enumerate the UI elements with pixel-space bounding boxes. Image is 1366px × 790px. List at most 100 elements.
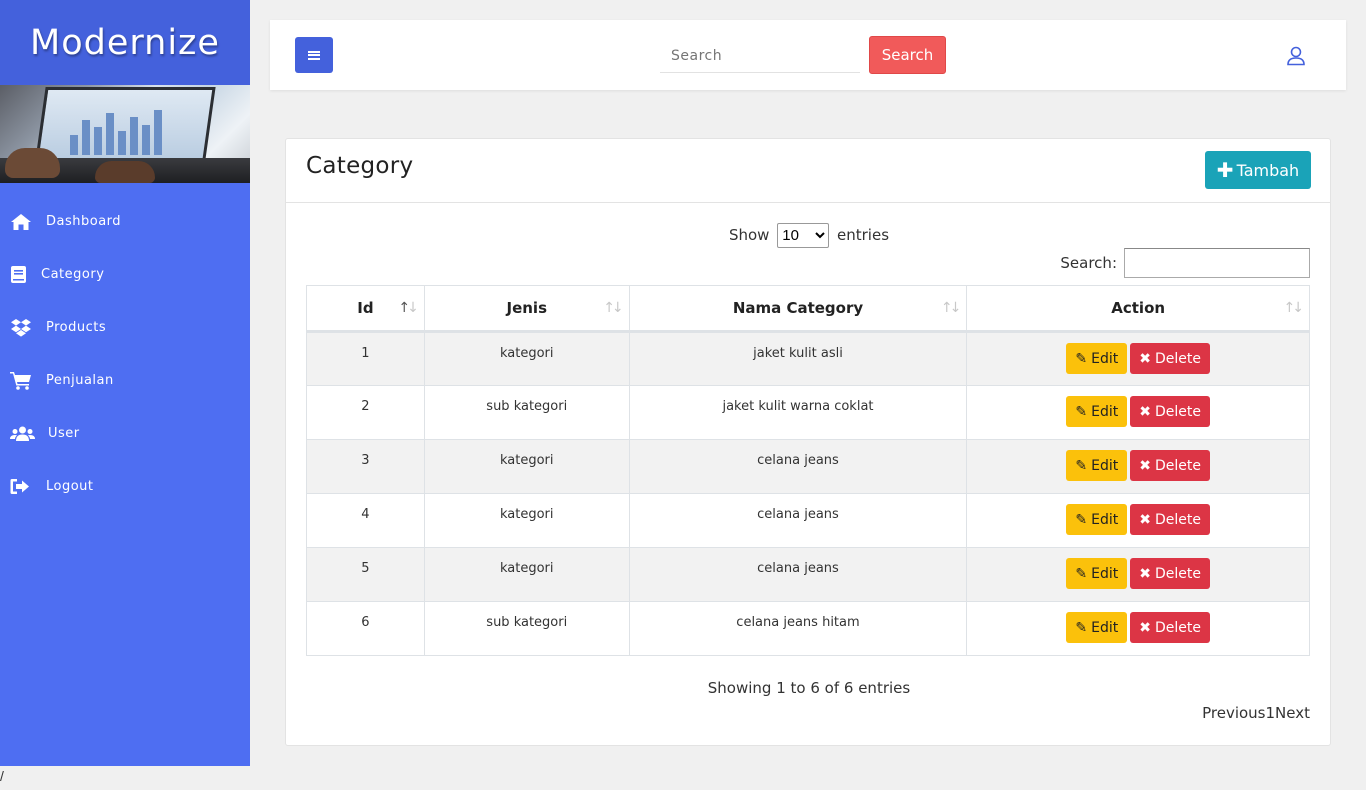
cell-nama: celana jeans <box>628 439 968 494</box>
delete-button[interactable]: ✖ Delete <box>1130 612 1210 643</box>
pagination: Previous 1 Next <box>1202 704 1310 722</box>
close-icon: ✖ <box>1139 403 1151 420</box>
edit-button[interactable]: ✎ Edit <box>1066 558 1128 589</box>
sidebar-item-label: Logout <box>46 479 94 494</box>
cell-id: 3 <box>306 439 425 494</box>
edit-label: Edit <box>1091 350 1119 367</box>
sign-out-icon <box>10 477 34 497</box>
cell-nama: jaket kulit warna coklat <box>628 385 968 440</box>
column-header-jenis[interactable]: Jenis ↑↓ <box>423 285 630 333</box>
edit-icon: ✎ <box>1075 619 1088 636</box>
sidebar-item-label: Products <box>46 320 107 335</box>
column-label: Nama Category <box>732 299 864 317</box>
cell-action: ✎ Edit ✖ Delete <box>966 439 1310 494</box>
sidebar-item-user[interactable]: User <box>0 407 250 460</box>
delete-label: Delete <box>1154 457 1201 474</box>
edit-icon: ✎ <box>1075 511 1088 528</box>
sort-icon: ↑↓ <box>603 300 624 316</box>
cell-nama: celana jeans <box>628 547 968 602</box>
page-length-control: Show 10 entries <box>286 223 1332 248</box>
sidebar-item-logout[interactable]: Logout <box>0 460 250 513</box>
brand-header: Modernize <box>0 0 250 85</box>
delete-button[interactable]: ✖ Delete <box>1130 450 1210 481</box>
edit-label: Edit <box>1091 565 1119 582</box>
delete-label: Delete <box>1154 565 1201 582</box>
close-icon: ✖ <box>1139 350 1151 367</box>
sidebar-banner-image <box>0 85 250 183</box>
dropbox-icon <box>10 318 34 338</box>
cell-action: ✎ Edit ✖ Delete <box>966 493 1310 548</box>
edit-label: Edit <box>1091 457 1119 474</box>
delete-label: Delete <box>1154 511 1201 528</box>
table-row: 2 sub kategori jaket kulit warna coklat … <box>306 385 1310 440</box>
delete-button[interactable]: ✖ Delete <box>1130 396 1210 427</box>
cell-action: ✎ Edit ✖ Delete <box>966 601 1310 656</box>
add-category-button[interactable]: ✚ Tambah <box>1205 151 1311 189</box>
table-row: 5 kategori celana jeans ✎ Edit ✖ Delete <box>306 547 1310 602</box>
edit-icon: ✎ <box>1075 350 1088 367</box>
plus-icon: ✚ <box>1216 158 1234 182</box>
search-button[interactable]: Search <box>869 36 946 74</box>
pagination-next[interactable]: Next <box>1275 704 1310 722</box>
cell-action: ✎ Edit ✖ Delete <box>966 547 1310 602</box>
cell-id: 6 <box>306 601 425 656</box>
hamburger-icon <box>308 49 320 61</box>
cell-jenis: kategori <box>423 493 630 548</box>
sidebar-item-dashboard[interactable]: Dashboard <box>0 195 250 248</box>
user-profile-icon[interactable] <box>1286 46 1306 66</box>
cell-jenis: kategori <box>423 439 630 494</box>
table-row: 3 kategori celana jeans ✎ Edit ✖ Delete <box>306 439 1310 494</box>
pagination-previous[interactable]: Previous <box>1202 704 1265 722</box>
pagination-page[interactable]: 1 <box>1266 704 1276 722</box>
column-header-action[interactable]: Action ↑↓ <box>966 285 1310 333</box>
category-table: Id ↑↓ Jenis ↑↓ Nama Category ↑↓ Action ↑↓ 1 … <box>306 285 1310 656</box>
cell-nama: celana jeans <box>628 493 968 548</box>
cell-id: 1 <box>306 331 425 386</box>
show-label: Show <box>728 226 770 244</box>
sidebar-item-penjualan[interactable]: Penjualan <box>0 354 250 407</box>
sidebar-item-products[interactable]: Products <box>0 301 250 354</box>
column-header-id[interactable]: Id ↑↓ <box>306 285 425 333</box>
table-search-input[interactable] <box>1124 248 1310 278</box>
brand-logo-text[interactable]: Modernize <box>30 23 220 63</box>
home-icon <box>10 212 34 232</box>
page-title: Category <box>306 153 414 179</box>
table-row: 4 kategori celana jeans ✎ Edit ✖ Delete <box>306 493 1310 548</box>
cell-id: 4 <box>306 493 425 548</box>
category-card: Category ✚ Tambah Show 10 entries Search… <box>285 138 1331 746</box>
search-input[interactable] <box>660 39 860 73</box>
close-icon: ✖ <box>1139 457 1151 474</box>
column-label: Jenis <box>506 299 548 317</box>
sidebar-item-label: Dashboard <box>46 214 122 229</box>
delete-button[interactable]: ✖ Delete <box>1130 343 1210 374</box>
page-path-text: / <box>0 768 4 784</box>
cell-jenis: sub kategori <box>423 601 630 656</box>
entries-label: entries <box>837 226 890 244</box>
cell-nama: jaket kulit asli <box>628 331 968 386</box>
sort-asc-icon: ↑↓ <box>398 300 419 316</box>
table-info: Showing 1 to 6 of 6 entries <box>707 679 911 697</box>
edit-button[interactable]: ✎ Edit <box>1066 396 1128 427</box>
sidebar-toggle-button[interactable] <box>295 37 333 73</box>
table-row: 6 sub kategori celana jeans hitam ✎ Edit ✖… <box>306 601 1310 656</box>
delete-button[interactable]: ✖ Delete <box>1130 558 1210 589</box>
cart-icon <box>10 371 34 391</box>
table-row: 1 kategori jaket kulit asli ✎ Edit ✖ Delete <box>306 331 1310 386</box>
sidebar-item-category[interactable]: Category <box>0 248 250 301</box>
edit-button[interactable]: ✎ Edit <box>1066 343 1128 374</box>
sidebar-nav: Dashboard Category Products Penjualan Us… <box>0 183 250 513</box>
close-icon: ✖ <box>1139 511 1151 528</box>
edit-button[interactable]: ✎ Edit <box>1066 504 1128 535</box>
delete-button[interactable]: ✖ Delete <box>1130 504 1210 535</box>
edit-icon: ✎ <box>1075 565 1088 582</box>
edit-button[interactable]: ✎ Edit <box>1066 612 1128 643</box>
edit-button[interactable]: ✎ Edit <box>1066 450 1128 481</box>
page-length-select[interactable]: 10 <box>777 223 830 248</box>
cell-id: 5 <box>306 547 425 602</box>
edit-label: Edit <box>1091 619 1119 636</box>
cell-jenis: sub kategori <box>423 385 630 440</box>
column-label: Action <box>1111 299 1166 317</box>
column-header-nama-category[interactable]: Nama Category ↑↓ <box>628 285 968 333</box>
cell-id: 2 <box>306 385 425 440</box>
sidebar-item-label: User <box>48 426 80 441</box>
